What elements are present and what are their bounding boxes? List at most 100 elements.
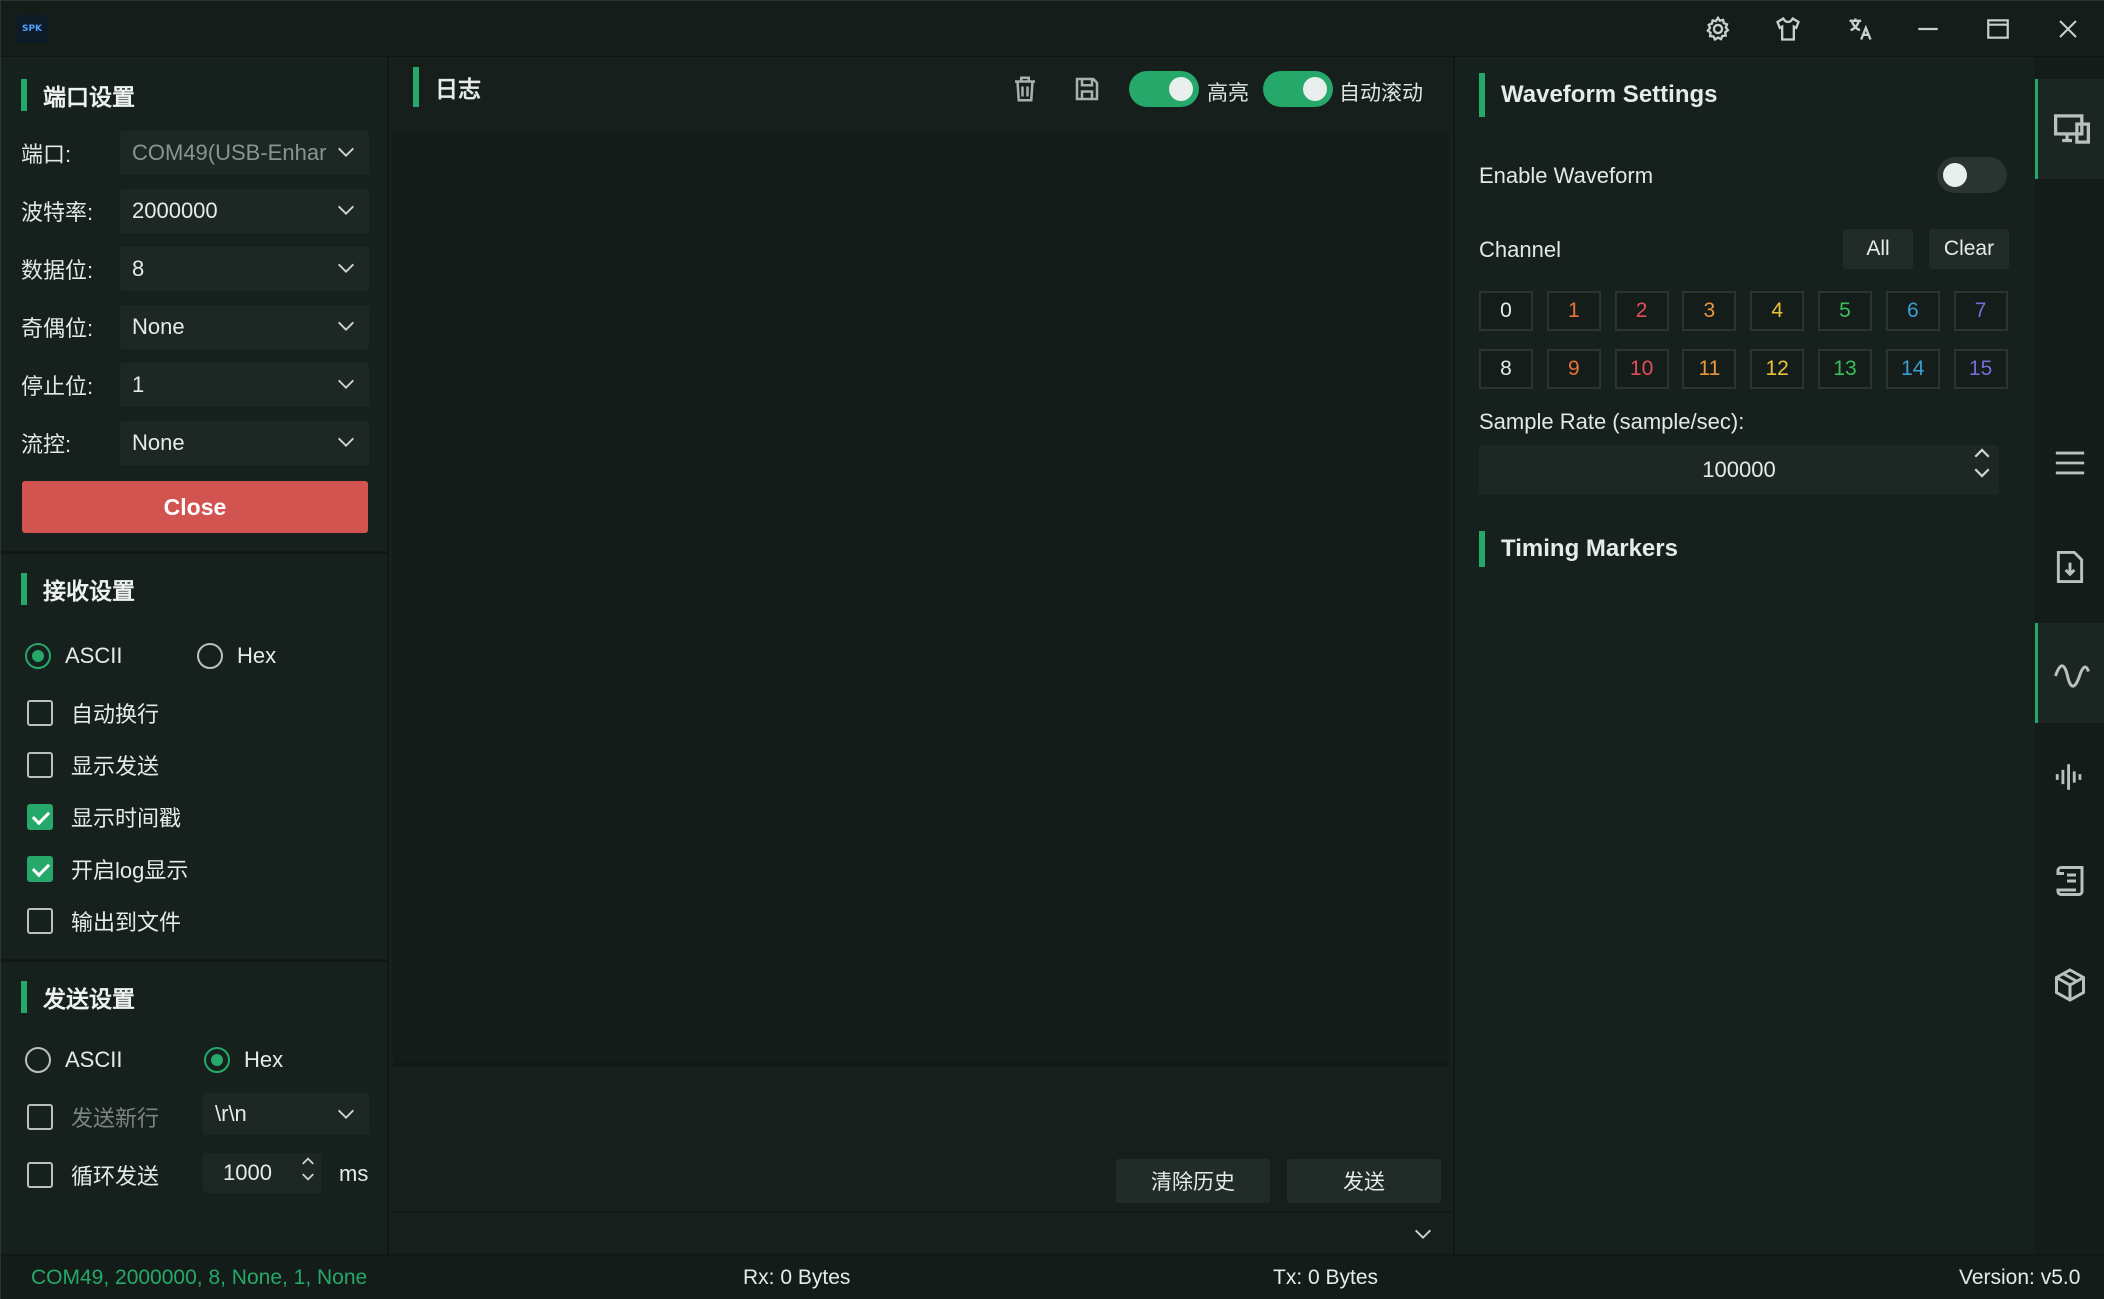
- log-title: 日志: [413, 67, 481, 107]
- audio-bars-icon[interactable]: [2035, 727, 2104, 827]
- send-button[interactable]: 发送: [1287, 1159, 1441, 1203]
- close-port-button[interactable]: Close: [22, 481, 368, 533]
- divider: [1, 551, 387, 554]
- parity-select[interactable]: None: [120, 305, 369, 349]
- channel-button[interactable]: 9: [1546, 349, 1601, 389]
- send-footer: [391, 1211, 1451, 1254]
- translate-icon[interactable]: [1835, 9, 1885, 49]
- chevron-down-icon[interactable]: [301, 1171, 315, 1183]
- send-newline-checkbox[interactable]: 发送新行: [27, 1101, 159, 1133]
- receive-ascii-label: ASCII: [65, 643, 123, 668]
- databits-row: 数据位: 8: [21, 247, 371, 291]
- channel-button[interactable]: 13: [1818, 349, 1872, 389]
- channel-button[interactable]: 4: [1750, 291, 1805, 331]
- menu-icon[interactable]: [2035, 413, 2104, 513]
- parity-row: 奇偶位: None: [21, 305, 371, 349]
- gear-icon[interactable]: [1693, 9, 1743, 49]
- channel-button[interactable]: 14: [1885, 349, 1940, 389]
- loop-send-checkbox[interactable]: 循环发送: [27, 1159, 159, 1191]
- sample-rate-stepper[interactable]: 100000: [1479, 445, 1999, 495]
- channel-button[interactable]: 2: [1614, 291, 1669, 331]
- enable-waveform-toggle[interactable]: [1937, 157, 2007, 193]
- checkbox-box: [27, 856, 53, 882]
- package-icon[interactable]: [2035, 935, 2104, 1035]
- receive-ascii-radio[interactable]: ASCII: [25, 643, 122, 669]
- chevron-down-icon: [338, 321, 354, 331]
- receive-hex-radio[interactable]: Hex: [197, 643, 276, 669]
- waveform-icon[interactable]: [2035, 623, 2104, 723]
- devices-icon[interactable]: [2035, 79, 2104, 179]
- enable-log-checkbox[interactable]: 开启log显示: [27, 853, 188, 885]
- flowcontrol-select[interactable]: None: [120, 421, 369, 465]
- send-hex-radio[interactable]: Hex: [204, 1047, 283, 1073]
- port-value: COM49(USB-Enhar: [132, 140, 327, 165]
- chevron-down-icon: [338, 437, 354, 447]
- stepper-arrows[interactable]: [1973, 447, 1991, 479]
- waveform-settings-title: Waveform Settings: [1479, 73, 1717, 117]
- trash-icon[interactable]: [1003, 67, 1047, 111]
- waveform-panel: Waveform Settings Enable Waveform Channe…: [1453, 57, 2033, 1254]
- highlight-toggle[interactable]: [1129, 71, 1199, 107]
- channel-button[interactable]: 1: [1546, 291, 1601, 331]
- checkbox-box: [27, 1162, 53, 1188]
- autoscroll-toggle[interactable]: [1263, 71, 1333, 107]
- maximize-icon[interactable]: [1973, 9, 2023, 49]
- chevron-down-icon[interactable]: [1411, 1223, 1435, 1245]
- channel-button[interactable]: 7: [1953, 291, 2008, 331]
- chevron-down-icon[interactable]: [1973, 467, 1991, 479]
- connection-status: COM49, 2000000, 8, None, 1, None: [31, 1266, 368, 1289]
- download-file-icon[interactable]: [2035, 517, 2104, 617]
- title-bar: SPK: [1, 1, 2104, 57]
- loop-unit-label: ms: [339, 1161, 369, 1186]
- databits-label: 数据位:: [21, 258, 94, 283]
- log-output-area[interactable]: [393, 131, 1449, 1121]
- baud-label: 波特率:: [21, 200, 94, 225]
- close-icon[interactable]: [2043, 9, 2093, 49]
- chevron-down-icon: [338, 147, 354, 157]
- radio-dot: [25, 643, 51, 669]
- channel-button[interactable]: 8: [1479, 349, 1533, 389]
- output-file-checkbox[interactable]: 输出到文件: [27, 905, 181, 937]
- channel-button[interactable]: 5: [1818, 291, 1872, 331]
- side-rail: [2035, 57, 2104, 1254]
- port-row: 端口: COM49(USB-Enhar: [21, 131, 371, 175]
- shirt-icon[interactable]: [1763, 9, 1813, 49]
- minimize-icon[interactable]: [1903, 9, 1953, 49]
- stopbits-select[interactable]: 1: [120, 363, 369, 407]
- parity-label: 奇偶位:: [21, 316, 94, 341]
- loop-interval-stepper[interactable]: 1000: [203, 1153, 321, 1193]
- newline-select[interactable]: \r\n: [203, 1093, 369, 1135]
- channel-button[interactable]: 10: [1614, 349, 1669, 389]
- channel-all-button[interactable]: All: [1843, 229, 1913, 269]
- chevron-up-icon[interactable]: [1973, 447, 1991, 459]
- channel-button[interactable]: 11: [1682, 349, 1737, 389]
- divider: [393, 1063, 1449, 1066]
- loop-send-label: 循环发送: [71, 1164, 160, 1189]
- channel-button[interactable]: 6: [1885, 291, 1940, 331]
- baud-row: 波特率: 2000000: [21, 189, 371, 233]
- send-ascii-radio[interactable]: ASCII: [25, 1047, 122, 1073]
- channel-button[interactable]: 0: [1479, 291, 1533, 331]
- show-timestamp-checkbox[interactable]: 显示时间戳: [27, 801, 181, 833]
- chevron-down-icon: [338, 263, 354, 273]
- save-icon[interactable]: [1065, 67, 1109, 111]
- tx-counter: Tx: 0 Bytes: [1273, 1266, 1379, 1289]
- auto-wrap-checkbox[interactable]: 自动换行: [27, 697, 159, 729]
- chevron-up-icon[interactable]: [301, 1155, 315, 1167]
- channel-clear-button[interactable]: Clear: [1929, 229, 2009, 269]
- channel-button[interactable]: 15: [1953, 349, 2008, 389]
- sample-rate-label: Sample Rate (sample/sec):: [1479, 409, 1745, 434]
- port-select[interactable]: COM49(USB-Enhar: [120, 131, 369, 175]
- show-sent-checkbox[interactable]: 显示发送: [27, 749, 159, 781]
- baud-select[interactable]: 2000000: [120, 189, 369, 233]
- loop-interval-value: 1000: [223, 1160, 272, 1185]
- channel-button[interactable]: 3: [1682, 291, 1737, 331]
- channel-button[interactable]: 12: [1750, 349, 1805, 389]
- rx-counter: Rx: 0 Bytes: [743, 1266, 851, 1289]
- send-input-area[interactable]: 清除历史 发送: [391, 1067, 1451, 1217]
- databits-select[interactable]: 8: [120, 247, 369, 291]
- stepper-arrows[interactable]: [301, 1155, 315, 1183]
- receive-settings-title: 接收设置: [21, 571, 135, 607]
- clear-history-button[interactable]: 清除历史: [1116, 1159, 1270, 1203]
- script-icon[interactable]: [2035, 831, 2104, 931]
